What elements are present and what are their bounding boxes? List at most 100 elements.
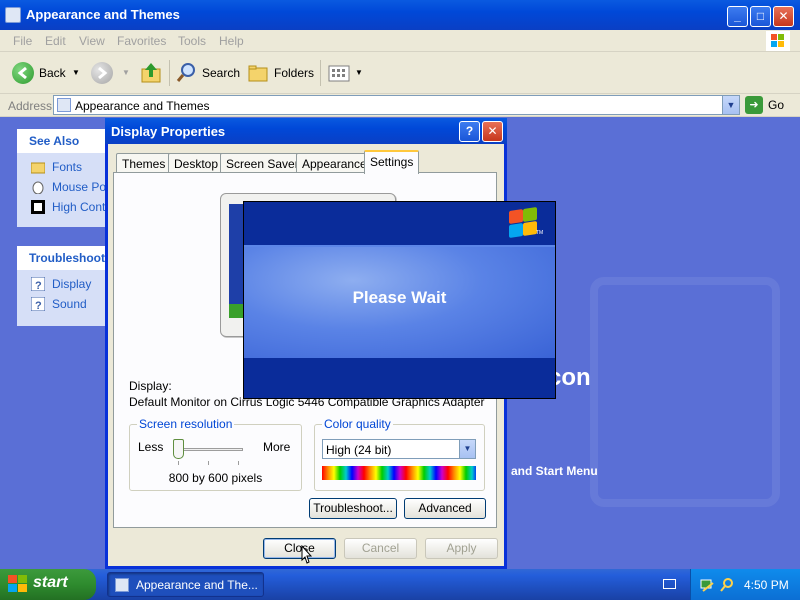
back-dropdown-icon[interactable]: ▼ — [72, 61, 80, 85]
see-also-fonts[interactable]: Fonts — [17, 157, 107, 177]
minimize-button[interactable]: _ — [727, 6, 748, 27]
color-quality-select[interactable]: High (24 bit) ▼ — [322, 439, 476, 459]
search-button[interactable]: Search — [176, 61, 240, 85]
resolution-value: 800 by 600 pixels — [168, 471, 263, 485]
views-icon — [328, 65, 350, 82]
dialog-close-button[interactable]: ✕ — [482, 121, 503, 142]
start-label: start — [33, 574, 68, 591]
close-button[interactable]: ✕ — [773, 6, 794, 27]
windows-flag-icon: TM — [506, 207, 543, 238]
maximize-icon: □ — [756, 9, 765, 23]
folders-icon — [248, 65, 268, 82]
see-also-fonts-label: Fonts — [52, 160, 83, 174]
troubleshoot-button[interactable]: Troubleshoot... — [309, 498, 397, 519]
color-quality-legend: Color quality — [322, 417, 393, 431]
contrast-icon — [31, 200, 45, 214]
see-also-mouse-pointers[interactable]: Mouse Pointers — [17, 177, 107, 197]
taskbar-item-appearance[interactable]: Appearance and The... — [107, 572, 264, 597]
address-label: Address — [8, 99, 53, 113]
apply-button[interactable]: Apply — [425, 538, 498, 559]
chevron-down-icon[interactable]: ▼ — [459, 440, 475, 458]
window-title-bar[interactable]: Appearance and Themes _ □ ✕ — [0, 0, 800, 30]
window-title: Appearance and Themes — [26, 7, 180, 22]
resolution-less-label: Less — [138, 440, 164, 454]
back-arrow-icon — [12, 62, 34, 84]
close-icon: ✕ — [487, 124, 498, 138]
minimize-icon: _ — [734, 9, 741, 23]
troubleshooters-panel: Troubleshooters ? Display ? Sound — [17, 246, 107, 326]
menu-file[interactable]: File — [13, 34, 32, 48]
slider-tick — [238, 461, 239, 465]
back-label: Back — [39, 66, 66, 80]
tab-appearance[interactable]: Appearance — [296, 153, 373, 173]
standard-toolbar: Back ▼ ▼ Search Folders ▼ — [0, 52, 800, 94]
help-question-icon: ? — [465, 124, 474, 138]
watermark-graphic — [590, 277, 780, 507]
start-button[interactable]: start — [0, 569, 96, 600]
mouse-icon — [31, 180, 45, 195]
see-also-title[interactable]: See Also — [17, 129, 107, 153]
forward-arrow-icon — [91, 62, 113, 84]
tab-desktop[interactable]: Desktop — [168, 153, 225, 173]
slider-tick — [208, 461, 209, 465]
up-folder-icon — [141, 63, 161, 83]
menu-tools[interactable]: Tools — [178, 34, 206, 48]
screen-resolution-group: Screen resolution Less More 800 by 600 p… — [129, 417, 302, 491]
cancel-button[interactable]: Cancel — [344, 538, 417, 559]
please-wait-splash: TM Please Wait — [243, 201, 556, 399]
tab-themes[interactable]: Themes — [116, 153, 172, 173]
resolution-slider-track[interactable] — [175, 448, 243, 451]
menu-edit[interactable]: Edit — [45, 34, 66, 48]
go-label: Go — [768, 98, 785, 112]
close-icon: ✕ — [778, 9, 789, 23]
taskbar: start Appearance and The... 4:50 PM — [0, 569, 800, 600]
address-bar: Address Appearance and Themes ▼ ➜ Go — [0, 94, 800, 117]
clock[interactable]: 4:50 PM — [744, 578, 789, 592]
maximize-button[interactable]: □ — [750, 6, 771, 27]
see-also-high-contrast-label: High Contrast — [52, 200, 107, 214]
tab-screen-saver[interactable]: Screen Saver — [220, 153, 305, 173]
dialog-title-bar[interactable]: Display Properties ? ✕ — [105, 118, 507, 144]
views-button[interactable]: ▼ — [328, 61, 363, 85]
splash-bottom-band — [244, 358, 555, 398]
keyboard-icon[interactable] — [663, 579, 676, 589]
advanced-button[interactable]: Advanced — [404, 498, 486, 519]
menu-favorites[interactable]: Favorites — [117, 34, 166, 48]
forward-button[interactable]: ▼ — [90, 61, 130, 85]
system-tray: 4:50 PM — [690, 569, 800, 600]
taskbar-item-label: Appearance and The... — [136, 578, 258, 592]
trademark-mark: TM — [536, 230, 544, 236]
windows-logo-icon — [8, 575, 28, 593]
dialog-help-button[interactable]: ? — [459, 121, 480, 142]
splash-top-band: TM — [244, 202, 555, 245]
see-also-high-contrast[interactable]: High Contrast — [17, 197, 107, 217]
search-label: Search — [202, 66, 241, 80]
resolution-slider-thumb[interactable] — [173, 439, 184, 459]
troubleshooters-title[interactable]: Troubleshooters — [17, 246, 107, 270]
control-panel-icon — [57, 98, 71, 112]
up-folder-button[interactable] — [141, 61, 163, 85]
control-panel-icon — [115, 578, 129, 592]
folders-button[interactable]: Folders — [248, 61, 314, 85]
menu-help[interactable]: Help — [219, 34, 244, 48]
menu-bar: File Edit View Favorites Tools Help — [0, 30, 800, 52]
troubleshooter-display-label: Display — [52, 277, 92, 291]
address-dropdown-icon[interactable]: ▼ — [722, 96, 739, 114]
troubleshooter-display[interactable]: ? Display — [17, 274, 107, 294]
tab-settings[interactable]: Settings — [364, 150, 420, 174]
see-also-mouse-label: Mouse Pointers — [52, 180, 107, 194]
color-quality-group: Color quality High (24 bit) ▼ — [314, 417, 485, 491]
back-button[interactable]: Back ▼ — [12, 61, 82, 85]
search-tray-icon[interactable] — [719, 577, 735, 593]
menu-view[interactable]: View — [79, 34, 105, 48]
troubleshooter-sound[interactable]: ? Sound — [17, 294, 107, 314]
resolution-more-label: More — [263, 440, 291, 454]
dialog-title: Display Properties — [111, 124, 226, 139]
task-link-fragment[interactable]: and Start Menu — [511, 464, 598, 478]
address-field[interactable]: Appearance and Themes ▼ — [53, 95, 740, 115]
forward-dropdown-icon: ▼ — [122, 68, 130, 77]
color-quality-value: High (24 bit) — [326, 443, 392, 457]
windows-logo-icon — [766, 31, 790, 51]
network-icon[interactable] — [699, 577, 715, 593]
folder-window-icon — [5, 7, 21, 23]
